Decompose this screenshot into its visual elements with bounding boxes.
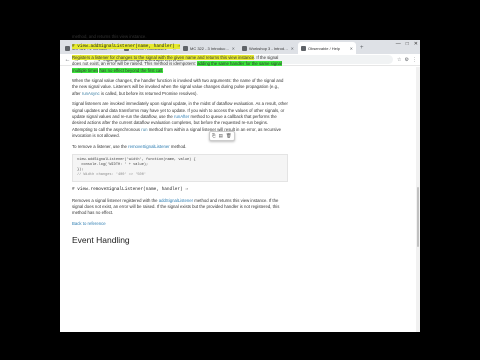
toolbar-icons: ☆ ⚙ ⋮ — [397, 57, 417, 63]
star-icon[interactable]: ☆ — [397, 57, 401, 63]
inline-code: runAsync — [81, 90, 100, 96]
favicon-icon — [301, 45, 306, 51]
extensions-icon[interactable]: ⚙ — [405, 57, 409, 63]
tab-label: Observable / Help — [308, 45, 341, 51]
inline-link[interactable]: removeSignalListener — [128, 144, 170, 149]
window-controls: — □ ✕ — [396, 41, 418, 47]
lead-text: method, and returns this view instance. — [72, 34, 147, 39]
scrollbar-thumb[interactable] — [417, 187, 419, 247]
text-run: To remove a listener, use the — [72, 143, 129, 149]
new-tab-button[interactable]: + — [357, 42, 367, 54]
menu-icon[interactable]: ⋮ — [412, 57, 417, 63]
text-run: When the signal value changes, the — [72, 78, 142, 84]
remove-signal-listener-description: Removes a signal listener registered wit… — [72, 198, 288, 217]
text-run: changes — [203, 84, 220, 90]
add-signal-listener-signature: # view.addSignalListener(name, handler) … — [72, 44, 288, 50]
inline-link[interactable]: runAfter — [174, 114, 189, 119]
highlighted-text: name — [185, 54, 197, 60]
video-frame: MC 322 - 2 Introducción and log✕ MC100 /… — [0, 0, 480, 360]
close-window-icon[interactable]: ✕ — [414, 41, 418, 47]
remove-hint-paragraph: To remove a listener, use the removeSign… — [72, 144, 288, 150]
tab-4[interactable]: Observable / Help ✕ — [298, 42, 356, 54]
signal-timing-paragraph: Signal listeners are invoked immediately… — [72, 101, 288, 139]
text-run: Removes a signal listener registered wit… — [72, 197, 159, 203]
highlighted-text: Registers a listener for changes to the … — [72, 54, 186, 60]
doc-content: method, and returns this view instance. … — [72, 34, 288, 246]
text-run: name — [239, 78, 251, 84]
maximize-icon[interactable]: □ — [406, 41, 409, 47]
section-heading: Event Handling — [72, 235, 130, 246]
favicon-icon — [65, 45, 70, 51]
highlighted-text: has no effect beyond the first call. — [99, 67, 164, 73]
highlighted-text: and returns this view instance — [196, 54, 255, 60]
code-comment: // Width changes: '400' => '500' — [77, 173, 147, 178]
text-run: handler — [141, 78, 156, 84]
close-tab-icon[interactable]: ✕ — [291, 46, 294, 51]
handler-paragraph: When the signal value changes, the handl… — [72, 78, 288, 97]
add-signal-listener-description: Registers a listener for changes to the … — [72, 54, 288, 74]
back-icon[interactable]: ← — [63, 57, 72, 63]
text-run: handler — [224, 203, 239, 209]
signature-text: # view.addSignalListener(name, handler) … — [72, 44, 181, 50]
code-example: view.addSignalListener('width', function… — [72, 154, 288, 183]
minimize-icon[interactable]: — — [396, 41, 401, 47]
page-scrollbar[interactable] — [416, 67, 420, 332]
text-run: is called, but before its returned Promi… — [99, 90, 198, 96]
text-run: . Listeners will be invoked when the sig… — [110, 84, 204, 90]
text-run: method. — [169, 143, 187, 149]
text-run: value — [100, 84, 111, 90]
close-tab-icon[interactable]: ✕ — [350, 46, 353, 51]
text-run: function is invoked with two arguments: … — [155, 78, 240, 84]
remove-signal-listener-signature: # view.removeSignalListener(name, handle… — [72, 187, 188, 193]
back-to-reference-link[interactable]: Back to reference — [72, 221, 106, 226]
inline-link[interactable]: addSignalListener — [159, 198, 193, 203]
